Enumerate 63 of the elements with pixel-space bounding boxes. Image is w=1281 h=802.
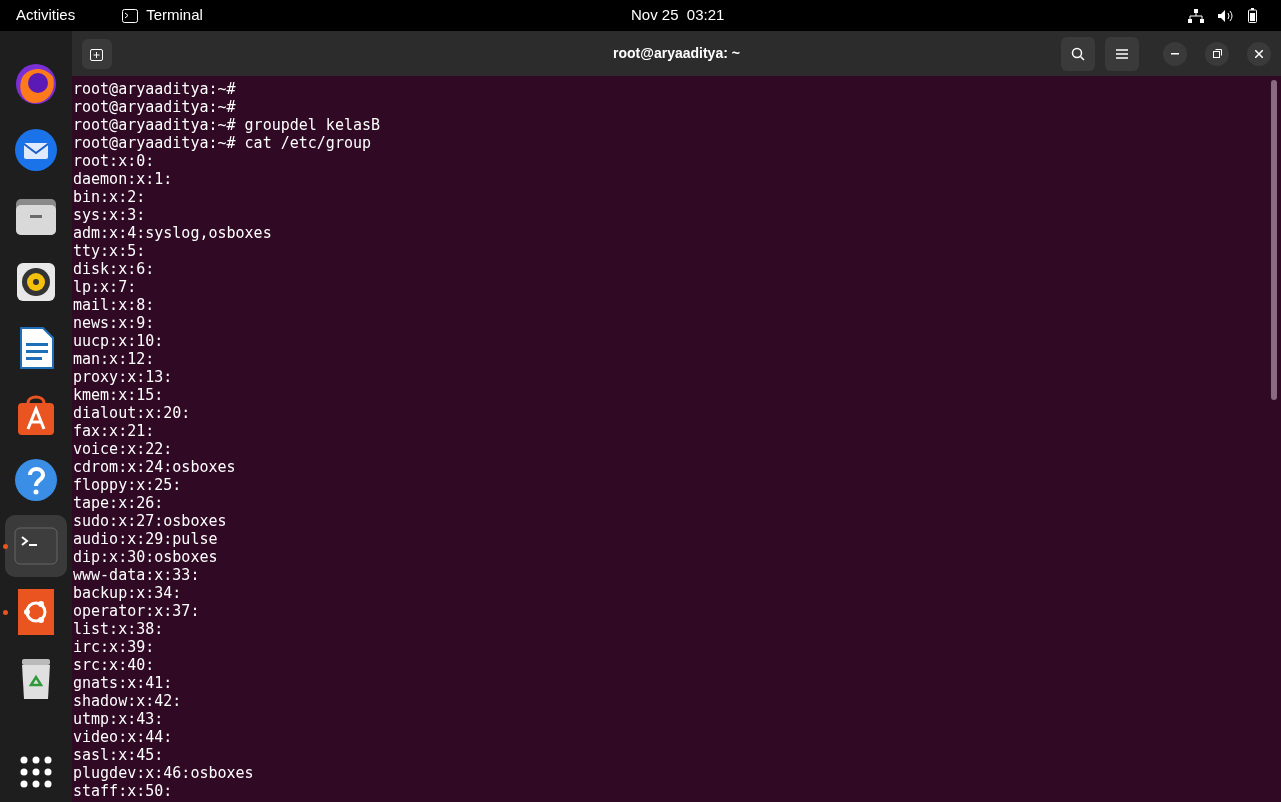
terminal-line: utmp:x:43:: [73, 710, 164, 728]
terminal-line: irc:x:39:: [73, 638, 155, 656]
close-icon: [1255, 49, 1263, 58]
terminal-line: cdrom:x:24:osboxes: [73, 458, 236, 476]
minimize-button[interactable]: [1163, 41, 1187, 66]
terminal-line: proxy:x:13:: [73, 368, 173, 386]
volume-icon[interactable]: [1218, 8, 1234, 23]
terminal-line: floppy:x:25:: [73, 476, 182, 494]
terminal-line: daemon:x:1:: [73, 170, 173, 188]
terminal-line: src:x:40:: [73, 656, 155, 674]
terminal-icon: [122, 8, 139, 23]
help-icon: [13, 457, 59, 503]
new-tab-icon: [90, 46, 104, 61]
close-button[interactable]: [1247, 41, 1271, 66]
terminal-line: dip:x:30:osboxes: [73, 548, 218, 566]
terminal-line: disk:x:6:: [73, 260, 155, 278]
terminal-line: dialout:x:20:: [73, 404, 191, 422]
menu-button[interactable]: [1105, 36, 1139, 71]
activities-button[interactable]: Activities: [16, 4, 76, 27]
terminal-line: fax:x:21:: [73, 422, 155, 440]
terminal-line: root@aryaaditya:~# groupdel kelasB: [73, 116, 381, 134]
terminal-line: list:x:38:: [73, 620, 164, 638]
terminal-line: shadow:x:42:: [73, 692, 182, 710]
terminal-line: bin:x:2:: [73, 188, 146, 206]
new-tab-button[interactable]: [82, 38, 112, 69]
terminal-line: sasl:x:45:: [73, 746, 164, 764]
terminal-line: kmem:x:15:: [73, 386, 164, 404]
terminal-line: man:x:12:: [73, 350, 155, 368]
clock[interactable]: Nov 25 03:21: [631, 4, 725, 27]
terminal-line: root@aryaaditya:~#: [73, 80, 236, 98]
terminal-line: tty:x:5:: [73, 242, 146, 260]
terminal-line: gnats:x:41:: [73, 674, 173, 692]
menu-icon: [1116, 48, 1128, 59]
terminal-line: tape:x:26:: [73, 494, 164, 512]
restore-icon: [1212, 49, 1222, 58]
terminal-line: root:x:0:: [73, 152, 155, 170]
terminal-line: lp:x:7:: [73, 278, 137, 296]
terminal-line: sudo:x:27:osboxes: [73, 512, 227, 530]
terminal-line: video:x:44:: [73, 728, 173, 746]
minimize-icon: [1171, 52, 1179, 55]
terminal-line: mail:x:8:: [73, 296, 155, 314]
terminal-line: root@aryaaditya:~#: [73, 98, 236, 116]
terminal-line: sys:x:3:: [73, 206, 146, 224]
maximize-button[interactable]: [1205, 41, 1229, 66]
terminal-line: staff:x:50:: [73, 782, 173, 800]
terminal-line: news:x:9:: [73, 314, 155, 332]
battery-icon[interactable]: [1248, 8, 1257, 23]
search-icon: [1071, 46, 1085, 61]
terminal-line: audio:x:29:pulse: [73, 530, 218, 548]
terminal-line: voice:x:22:: [73, 440, 173, 458]
network-icon[interactable]: [1188, 8, 1204, 23]
terminal-line: www-data:x:33:: [73, 566, 200, 584]
terminal-line: plugdev:x:46:osboxes: [73, 764, 254, 782]
terminal-line: uucp:x:10:: [73, 332, 164, 350]
window-title: root@aryaaditya: ~: [613, 44, 740, 63]
terminal-line: adm:x:4:syslog,osboxes: [73, 224, 272, 242]
terminal-line: root@aryaaditya:~# cat /etc/group: [73, 134, 371, 152]
scroll-thumb[interactable]: [1271, 80, 1277, 400]
search-button[interactable]: [1061, 36, 1095, 71]
terminal-line: operator:x:37:: [73, 602, 200, 620]
app-grid-icon[interactable]: [20, 756, 52, 788]
app-name[interactable]: Terminal: [146, 4, 203, 27]
terminal-line: backup:x:34:: [73, 584, 182, 602]
